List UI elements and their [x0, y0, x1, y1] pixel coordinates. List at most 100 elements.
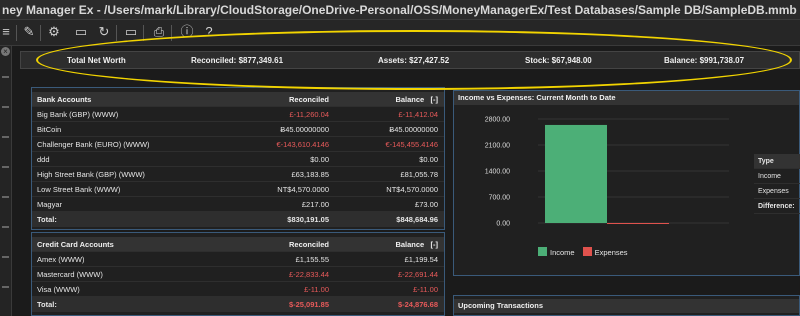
navigator-strip: × [0, 46, 12, 316]
printer-icon[interactable]: ⎙ [151, 24, 167, 40]
total-reconciled: $830,191.05 [287, 215, 329, 224]
y-tick-label: 2100.00 [485, 143, 510, 150]
account-name[interactable]: Mastercard (WWW) [37, 267, 103, 282]
bar-expenses[interactable] [607, 223, 669, 224]
divider [2, 106, 9, 108]
bank-accounts-table: Bank Accounts Reconciled Balance [-] Big… [32, 92, 444, 227]
table-total-row: Total: $830,191.05 $848,684.96 [32, 212, 444, 227]
income-expenses-panel: Income vs Expenses: Current Month to Dat… [453, 90, 800, 276]
account-name[interactable]: High Street Bank (GBP) (WWW) [37, 167, 145, 182]
account-reconciled: NT$4,570.0000 [277, 185, 329, 194]
account-name[interactable]: Visa (WWW) [37, 282, 80, 297]
account-row[interactable]: Visa (WWW) £-11.00 £-11.00 [32, 282, 444, 297]
checklist-icon[interactable]: ≡ [0, 24, 14, 40]
account-row[interactable]: ddd $0.00 $0.00 [32, 152, 444, 167]
total-reconciled: $-25,091.85 [288, 300, 329, 309]
comment-icon[interactable]: ▭ [73, 24, 89, 40]
info-icon[interactable]: ⓘ [179, 24, 195, 40]
legend-item-income[interactable]: Income [538, 247, 575, 257]
account-name[interactable]: Challenger Bank (EURO) (WWW) [37, 137, 150, 152]
account-row[interactable]: Magyar £217.00 £73.00 [32, 197, 444, 212]
account-reconciled: £-22,833.44 [288, 270, 329, 279]
legend-swatch [582, 247, 592, 256]
summary-difference-label: Difference: [758, 203, 795, 210]
y-tick-label: 2800.00 [485, 117, 510, 124]
table-header: Bank Accounts Reconciled Balance [-] [32, 92, 444, 107]
col-balance-label: Balance [395, 240, 425, 249]
account-balance: $0.00 [419, 155, 438, 164]
divider [2, 286, 9, 288]
account-balance: £-11,412.04 [398, 110, 438, 119]
account-row[interactable]: BitCoin Ƀ45.00000000 Ƀ45.00000000 [32, 122, 444, 137]
account-name[interactable]: Big Bank (GBP) (WWW) [37, 107, 118, 122]
account-row[interactable]: Amex (WWW) £1,155.55 £1,199.54 [32, 252, 444, 267]
summary-income-label: Income [758, 173, 781, 180]
net-worth-balance: Balance: $991,738.07 [664, 56, 745, 65]
legend-item-expenses[interactable]: Expenses [582, 247, 628, 257]
divider [2, 166, 9, 168]
account-name[interactable]: Amex (WWW) [37, 252, 85, 267]
divider [2, 256, 9, 258]
close-icon[interactable]: × [1, 47, 10, 56]
account-reconciled: £-11,260.04 [289, 110, 329, 119]
account-balance: £81,055.78 [400, 170, 438, 179]
account-row[interactable]: Low Street Bank (WWW) NT$4,570.0000 NT$4,5… [32, 182, 444, 197]
y-tick-label: 0.00 [496, 221, 510, 228]
col-balance: Balance [-] [395, 92, 438, 107]
bank-accounts-header: Bank Accounts [37, 95, 92, 104]
account-row[interactable]: Big Bank (GBP) (WWW) £-11,260.04 £-11,412.… [32, 107, 444, 122]
edit-icon[interactable]: ✎ [21, 24, 37, 40]
account-row[interactable]: Challenger Bank (EURO) (WWW) €-143,610.41… [32, 137, 444, 152]
divider [2, 76, 9, 78]
net-worth-stock: Stock: $67,948.00 [525, 56, 592, 65]
total-label: Total: [37, 215, 57, 224]
help-icon[interactable]: ? [201, 24, 217, 40]
home-page: Total Net Worth Reconciled: $877,349.61 … [12, 30, 800, 316]
account-reconciled: £217.00 [301, 200, 329, 209]
bank-accounts-panel: Bank Accounts Reconciled Balance [-] Big… [31, 87, 445, 230]
y-tick-label: 700.00 [489, 195, 511, 202]
upcoming-transactions-panel: Upcoming Transactions [453, 295, 800, 316]
divider [2, 196, 9, 198]
income-expenses-title: Income vs Expenses: Current Month to Dat… [454, 91, 799, 105]
toolbar-separator [143, 25, 144, 41]
collapse-toggle[interactable]: [-] [431, 95, 439, 104]
account-name[interactable]: ddd [37, 152, 50, 167]
summary-header: Type [754, 154, 800, 169]
account-reconciled: £-11.00 [304, 285, 329, 294]
account-name[interactable]: BitCoin [37, 122, 61, 137]
y-tick-label: 1400.00 [485, 169, 510, 176]
bar-income[interactable] [545, 124, 607, 223]
account-reconciled: €-143,610.4146 [276, 140, 329, 149]
credit-card-panel: Credit Card Accounts Reconciled Balance … [31, 232, 445, 316]
upcoming-transactions-title: Upcoming Transactions [454, 299, 799, 313]
monitor-icon[interactable]: ▭ [123, 24, 139, 40]
account-balance: €-145,455.4146 [385, 140, 438, 149]
net-worth-assets: Assets: $27,427.52 [378, 56, 450, 65]
gear-icon[interactable]: ⚙ [46, 24, 62, 40]
account-reconciled: £63,183.85 [291, 170, 329, 179]
account-reconciled: Ƀ45.00000000 [280, 125, 329, 134]
table-header: Credit Card Accounts Reconciled Balance … [32, 237, 444, 252]
account-row[interactable]: High Street Bank (GBP) (WWW) £63,183.85 £8… [32, 167, 444, 182]
account-reconciled: $0.00 [310, 155, 329, 164]
account-name[interactable]: Magyar [37, 197, 62, 212]
summary-difference-row: Difference:$ [754, 199, 800, 214]
account-balance: NT$4,570.0000 [386, 185, 438, 194]
collapse-toggle[interactable]: [-] [431, 240, 439, 249]
window-title: ney Manager Ex - /Users/mark/Library/Clo… [0, 0, 800, 20]
summary-expenses-row: Expenses$ [754, 184, 800, 199]
account-row[interactable]: Mastercard (WWW) £-22,833.44 £-22,691.44 [32, 267, 444, 282]
table-total-row: Total: $-25,091.85 $-24,876.68 [32, 297, 444, 312]
credit-accounts-header: Credit Card Accounts [37, 240, 114, 249]
col-reconciled: Reconciled [288, 95, 329, 104]
refresh-icon[interactable]: ↻ [96, 24, 112, 40]
account-name[interactable]: Low Street Bank (WWW) [37, 182, 120, 197]
legend-label: Income [550, 248, 575, 257]
col-balance-label: Balance [395, 95, 425, 104]
toolbar-separator [116, 25, 117, 41]
account-balance: £-11.00 [413, 285, 438, 294]
summary-expenses-label: Expenses [758, 188, 789, 195]
income-summary-table: Type Income$ Expenses$ Difference:$ [754, 154, 800, 214]
col-balance: Balance [-] [395, 237, 438, 252]
